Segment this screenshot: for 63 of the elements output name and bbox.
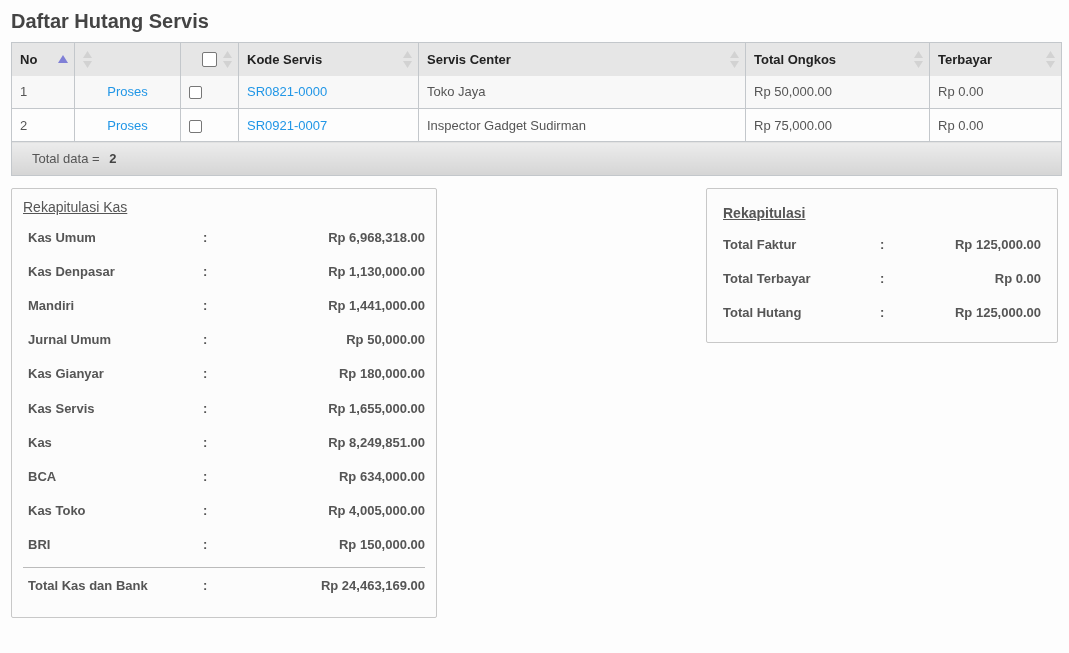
separator: : (203, 297, 209, 313)
table-cell: Inspector Gadget Sudirman (418, 108, 746, 142)
row-checkbox[interactable] (189, 119, 202, 133)
total-label: Total data = (32, 151, 100, 166)
row-value: Rp 6,968,318.00 (327, 229, 425, 245)
row-label: Jurnal Umum (28, 332, 113, 348)
row-label: Kas Gianyar (28, 366, 105, 382)
row-value: Rp 0.00 (993, 270, 1041, 286)
row-value: Rp 50,000.00 (345, 332, 425, 348)
page-title: Daftar Hutang Servis (11, 10, 210, 33)
separator: : (203, 578, 209, 594)
separator: : (203, 537, 209, 553)
row-value: Rp 4,005,000.00 (327, 503, 425, 519)
row-label: Total Hutang (723, 304, 803, 320)
row-label: Kas Servis (28, 400, 96, 416)
separator: : (203, 468, 209, 484)
row-value: Rp 1,130,000.00 (327, 263, 425, 279)
row-label: Kas (28, 434, 53, 450)
separator: : (203, 263, 209, 279)
separator: : (203, 366, 209, 382)
separator: : (203, 434, 209, 450)
select-all-checkbox[interactable] (202, 51, 217, 67)
card-title: Rekapitulasi (723, 205, 807, 221)
row-value: Rp 8,249,851.00 (327, 434, 425, 450)
row-value: Rp 1,655,000.00 (327, 400, 425, 416)
total-count: 2 (109, 151, 117, 166)
row-value: Rp 180,000.00 (338, 366, 425, 382)
separator: : (203, 332, 209, 348)
row-value: Rp 24,463,169.00 (319, 578, 425, 594)
row-label: Mandiri (28, 297, 76, 313)
row-label: Total Kas dan Bank (28, 578, 149, 594)
row-value: Rp 150,000.00 (338, 537, 425, 553)
row-label: BCA (28, 468, 58, 484)
table-cell: 2 (11, 108, 75, 142)
table-cell: Rp 75,000.00 (745, 108, 930, 142)
row-checkbox[interactable] (189, 86, 202, 100)
table-cell: Rp 0.00 (929, 108, 1062, 142)
row-label: Kas Denpasar (28, 263, 116, 279)
column-header[interactable]: Terbayar (938, 51, 992, 67)
table-cell: Toko Jaya (418, 75, 746, 109)
column-header[interactable]: Servis Center (427, 51, 511, 67)
separator: : (880, 304, 886, 320)
row-value: Rp 125,000.00 (954, 236, 1041, 252)
table-cell: 1 (11, 75, 75, 109)
row-label: Total Faktur (723, 236, 798, 252)
separator: : (880, 236, 886, 252)
card-title: Rekapitulasi Kas (23, 199, 129, 215)
row-value: Rp 125,000.00 (954, 304, 1041, 320)
sort-ascending-icon[interactable] (58, 55, 68, 64)
separator: : (203, 503, 209, 519)
table-cell: Rp 0.00 (929, 75, 1062, 109)
column-header[interactable]: No (20, 51, 38, 67)
table-cell: Rp 50,000.00 (745, 75, 930, 109)
separator: : (203, 400, 209, 416)
row-label: Kas Toko (28, 503, 87, 519)
row-value: Rp 1,441,000.00 (327, 297, 425, 313)
separator: : (203, 229, 209, 245)
row-label: Kas Umum (28, 229, 97, 245)
separator: : (880, 270, 886, 286)
row-value: Rp 634,000.00 (338, 468, 425, 484)
column-header[interactable]: Kode Servis (247, 51, 323, 67)
row-label: BRI (28, 537, 52, 553)
row-label: Total Terbayar (723, 270, 812, 286)
